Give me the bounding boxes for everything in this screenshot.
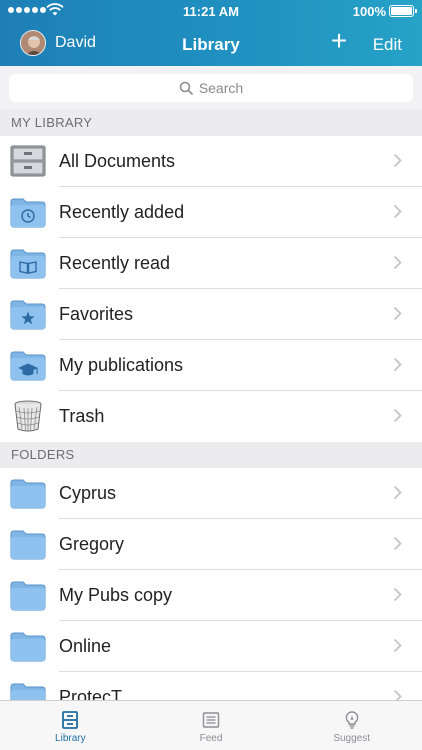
folders-list: Cyprus Gregory My Pubs copy Online Prote… (0, 468, 422, 723)
tab-suggest[interactable]: Suggest (281, 701, 422, 750)
top-bar: 11:21 AM 100% David Library + Edit (0, 0, 422, 66)
folder-item-label: My Pubs copy (59, 585, 173, 605)
edit-button[interactable]: Edit (373, 35, 402, 55)
folder-book-icon (10, 249, 46, 279)
library-item-all-documents[interactable]: All Documents (0, 136, 422, 187)
feed-icon (202, 712, 220, 728)
folder-icon (10, 530, 46, 560)
chevron-right-icon (393, 587, 402, 602)
folder-item-label: Gregory (59, 534, 125, 554)
library-item-my-publications[interactable]: My publications (0, 340, 422, 391)
folder-icon (10, 479, 46, 509)
section-header-my-library: MY LIBRARY (0, 110, 422, 136)
chevron-right-icon (393, 357, 402, 372)
trash-icon (14, 400, 42, 432)
chevron-right-icon (393, 638, 402, 653)
tab-feed[interactable]: Feed (141, 701, 282, 750)
library-item-label: Trash (59, 406, 105, 426)
status-bar: 11:21 AM 100% (0, 0, 422, 22)
search-input[interactable]: Search (9, 74, 413, 102)
folder-item-online[interactable]: Online (0, 621, 422, 672)
library-item-label: Recently added (59, 202, 185, 222)
tab-label: Suggest (333, 733, 371, 744)
tab-library[interactable]: Library (0, 701, 141, 750)
library-item-label: All Documents (59, 151, 176, 171)
folder-icon (10, 581, 46, 611)
battery-percentage: 100% (352, 4, 386, 19)
search-placeholder: Search (198, 80, 244, 96)
folder-item-label: Online (59, 636, 112, 656)
tab-label: Library (55, 733, 86, 744)
chevron-right-icon (393, 306, 402, 321)
library-icon (62, 711, 79, 729)
chevron-right-icon (393, 255, 402, 270)
library-item-label: My publications (59, 355, 184, 375)
add-button[interactable]: + (327, 27, 351, 55)
library-item-label: Favorites (59, 304, 134, 324)
battery-icon (389, 5, 417, 17)
section-header-folders: FOLDERS (0, 442, 422, 468)
chevron-right-icon (393, 153, 402, 168)
folder-icon (10, 632, 46, 662)
library-item-label: Recently read (59, 253, 171, 273)
folder-star-icon (10, 300, 46, 330)
folder-item-gregory[interactable]: Gregory (0, 519, 422, 570)
search-icon (179, 81, 193, 95)
lightbulb-icon (345, 711, 359, 729)
library-item-favorites[interactable]: Favorites (0, 289, 422, 340)
app-root: 11:21 AM 100% David Library + Edit Searc… (0, 0, 422, 750)
file-cabinet-icon (10, 145, 46, 177)
tab-bar: Library Feed Suggest (0, 700, 422, 750)
folder-graduation-cap-icon (10, 351, 46, 381)
chevron-right-icon (393, 408, 402, 423)
chevron-right-icon (393, 204, 402, 219)
page-title: Library (182, 35, 240, 54)
search-bar: Search (0, 66, 422, 110)
navigation-bar: David Library + Edit (0, 22, 422, 66)
chevron-right-icon (393, 536, 402, 551)
chevron-right-icon (393, 485, 402, 500)
tab-label: Feed (199, 733, 223, 744)
folder-item-cyprus[interactable]: Cyprus (0, 468, 422, 519)
folder-item-label: Cyprus (59, 483, 117, 503)
folder-clock-icon (10, 198, 46, 228)
library-item-trash[interactable]: Trash (0, 391, 422, 442)
library-item-recently-added[interactable]: Recently added (0, 187, 422, 238)
folder-item-my-pubs-copy[interactable]: My Pubs copy (0, 570, 422, 621)
library-item-recently-read[interactable]: Recently read (0, 238, 422, 289)
my-library-list: All Documents Recently added Recently re… (0, 136, 422, 442)
